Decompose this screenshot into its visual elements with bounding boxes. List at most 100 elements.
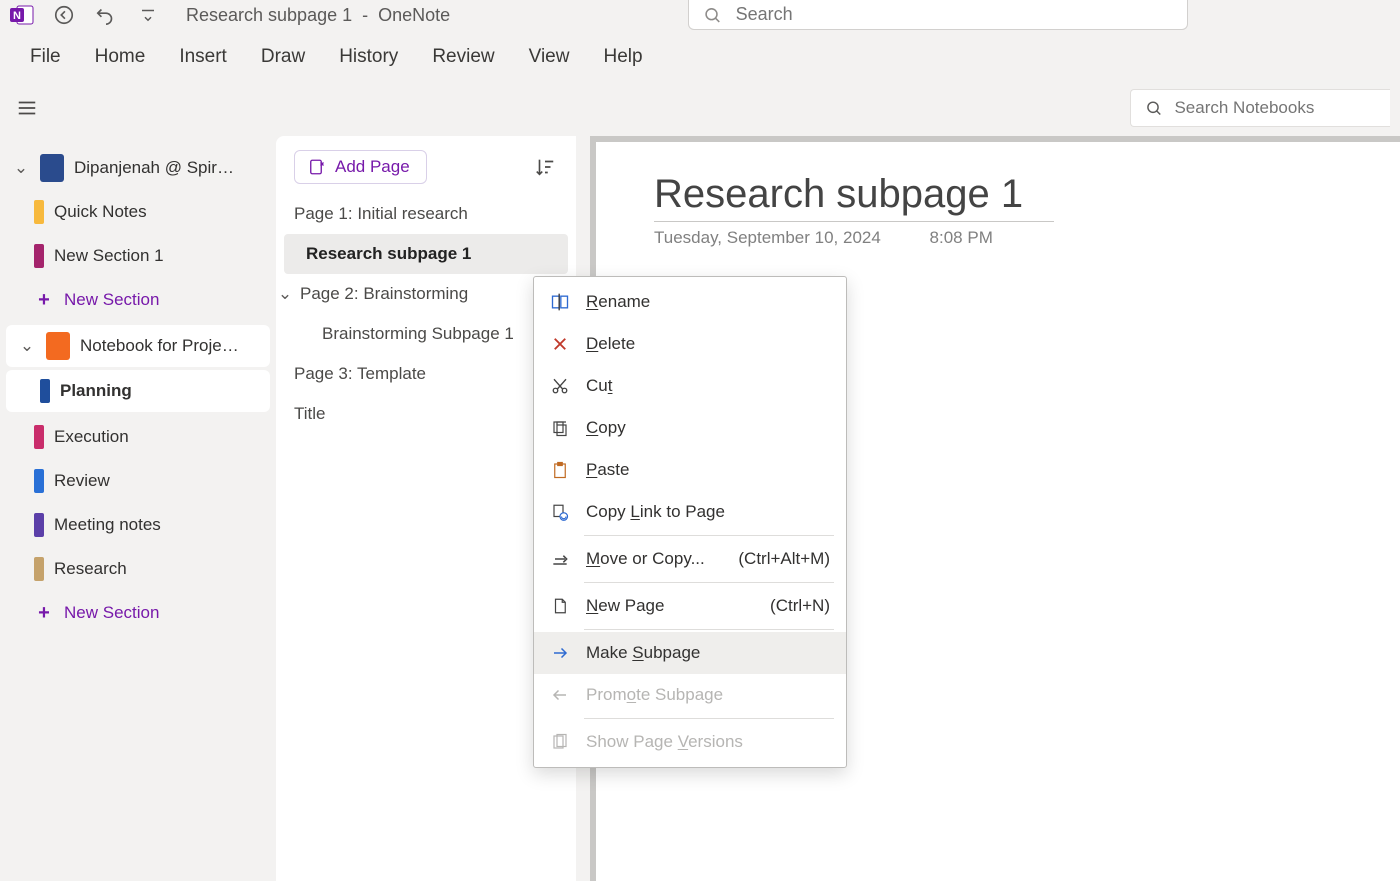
new-section-label: New Section: [64, 603, 159, 623]
window-title: Research subpage 1 - OneNote: [186, 5, 450, 26]
rename-icon: [548, 292, 572, 312]
notebook-label: Notebook for Project A: [80, 336, 240, 356]
section-quick-notes[interactable]: Quick Notes: [0, 190, 276, 234]
cm-make-subpage[interactable]: Make Subpage: [534, 632, 846, 674]
notebook-search-box[interactable]: [1130, 89, 1390, 127]
page-title[interactable]: Research subpage 1: [654, 172, 1054, 222]
page-template[interactable]: Page 3: Template: [276, 354, 576, 394]
new-section-button[interactable]: + New Section: [0, 591, 276, 635]
cm-label: New Page: [586, 596, 664, 616]
search-box[interactable]: [688, 0, 1188, 30]
chevron-down-icon: ⌄: [12, 158, 30, 178]
add-page-button[interactable]: Add Page: [294, 150, 427, 184]
notebook-label: Dipanjenah @ Spiral...: [74, 158, 234, 178]
menu-draw[interactable]: Draw: [261, 46, 305, 68]
menu-home[interactable]: Home: [95, 46, 146, 68]
menu-file[interactable]: File: [30, 46, 61, 68]
section-label: New Section 1: [54, 246, 164, 266]
plus-icon: +: [34, 290, 54, 310]
section-tab-icon: [34, 425, 44, 449]
page-meta: Tuesday, September 10, 2024 8:08 PM: [654, 228, 1360, 248]
cm-label: Delete: [586, 334, 635, 354]
notebook-dipanjenah[interactable]: ⌄ Dipanjenah @ Spiral...: [0, 146, 276, 190]
cm-delete[interactable]: Delete: [534, 323, 846, 365]
menu-help[interactable]: Help: [603, 46, 642, 68]
section-new-section-1[interactable]: New Section 1: [0, 234, 276, 278]
section-tab-icon: [34, 200, 44, 224]
versions-icon: [548, 732, 572, 752]
arrow-left-icon: [548, 686, 572, 704]
pages-column: Add Page Page 1: Initial research Researc…: [276, 136, 576, 881]
cm-label: Cut: [586, 376, 612, 396]
cm-label: Copy: [586, 418, 626, 438]
section-planning[interactable]: Planning: [6, 370, 270, 412]
new-section-button[interactable]: + New Section: [0, 278, 276, 322]
page-item-label: Title: [294, 404, 326, 424]
cm-copy[interactable]: Copy: [534, 407, 846, 449]
chevron-down-icon: ⌄: [18, 336, 36, 356]
menu-history[interactable]: History: [339, 46, 398, 68]
menu-review[interactable]: Review: [432, 46, 494, 68]
customize-qat-button[interactable]: [134, 1, 162, 29]
page-icon: [548, 596, 572, 616]
notebook-icon: [46, 332, 70, 360]
section-label: Research: [54, 559, 127, 579]
onenote-app-icon: N: [8, 1, 36, 29]
sort-pages-button[interactable]: [534, 156, 556, 178]
section-label: Meeting notes: [54, 515, 161, 535]
copy-link-icon: [548, 503, 572, 521]
cm-shortcut: (Ctrl+N): [770, 596, 830, 616]
menu-view[interactable]: View: [529, 46, 570, 68]
notebook-project-a[interactable]: ⌄ Notebook for Project A: [6, 325, 270, 367]
undo-button[interactable]: [92, 1, 120, 29]
section-review[interactable]: Review: [0, 459, 276, 503]
page-item-label: Page 3: Template: [294, 364, 426, 384]
cm-move[interactable]: Move or Copy... (Ctrl+Alt+M): [534, 538, 846, 580]
page-research-subpage-1[interactable]: Research subpage 1: [284, 234, 568, 274]
toggle-navigation-button[interactable]: [10, 91, 44, 125]
plus-icon: +: [34, 603, 54, 623]
cm-label: Move or Copy...: [586, 549, 705, 569]
paste-icon: [548, 461, 572, 479]
page-time: 8:08 PM: [930, 228, 993, 247]
move-icon: [548, 549, 572, 569]
page-context-menu: Rename Delete Cut Copy Paste Copy Link t…: [533, 276, 847, 768]
page-item-label: Page 1: Initial research: [294, 204, 468, 224]
section-meeting-notes[interactable]: Meeting notes: [0, 503, 276, 547]
arrow-right-icon: [548, 644, 572, 662]
menu-insert[interactable]: Insert: [179, 46, 227, 68]
page-item-label: Brainstorming Subpage 1: [322, 324, 514, 344]
notebook-search-input[interactable]: [1174, 98, 1376, 118]
cm-new-page[interactable]: New Page (Ctrl+N): [534, 585, 846, 627]
cm-copy-link[interactable]: Copy Link to Page: [534, 491, 846, 533]
section-label: Execution: [54, 427, 129, 447]
cm-label: Make Subpage: [586, 643, 700, 663]
cm-label: Paste: [586, 460, 629, 480]
search-icon: [703, 5, 722, 25]
page-item-label: Page 2: Brainstorming: [300, 284, 468, 304]
page-date: Tuesday, September 10, 2024: [654, 228, 881, 247]
section-tab-icon: [40, 379, 50, 403]
cm-label: Promote Subpage: [586, 685, 723, 705]
page-brainstorming[interactable]: ⌄Page 2: Brainstorming: [276, 274, 576, 314]
section-execution[interactable]: Execution: [0, 415, 276, 459]
cm-promote-subpage: Promote Subpage: [534, 674, 846, 716]
cm-label: Show Page Versions: [586, 732, 743, 752]
cm-paste[interactable]: Paste: [534, 449, 846, 491]
section-research[interactable]: Research: [0, 547, 276, 591]
back-button[interactable]: [50, 1, 78, 29]
svg-text:N: N: [13, 10, 21, 22]
page-initial-research[interactable]: Page 1: Initial research: [276, 194, 576, 234]
cm-rename[interactable]: Rename: [534, 281, 846, 323]
cm-label: Rename: [586, 292, 650, 312]
notebooks-sidebar: ⌄ Dipanjenah @ Spiral... Quick Notes New…: [0, 132, 276, 881]
cm-cut[interactable]: Cut: [534, 365, 846, 407]
cm-shortcut: (Ctrl+Alt+M): [738, 549, 830, 569]
page-title-untitled[interactable]: Title: [276, 394, 576, 434]
cm-show-versions: Show Page Versions: [534, 721, 846, 763]
search-input[interactable]: [736, 4, 1173, 25]
page-brainstorming-subpage-1[interactable]: Brainstorming Subpage 1: [276, 314, 576, 354]
section-tab-icon: [34, 557, 44, 581]
notebook-icon: [40, 154, 64, 182]
section-tab-icon: [34, 469, 44, 493]
